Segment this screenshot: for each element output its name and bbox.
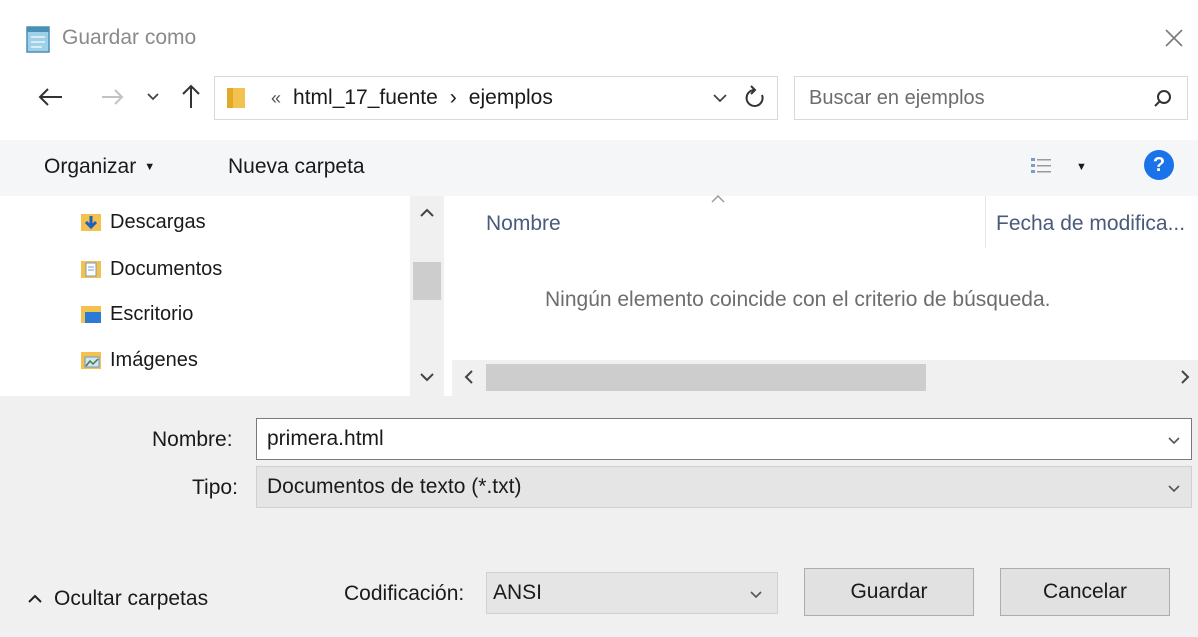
search-box[interactable]: Buscar en ejemplos bbox=[794, 76, 1188, 120]
new-folder-button[interactable]: Nueva carpeta bbox=[228, 150, 365, 184]
sidebar-item-descargas[interactable]: Descargas bbox=[80, 204, 206, 240]
sidebar-scroll-down-button[interactable] bbox=[414, 364, 440, 390]
chevron-down-icon bbox=[750, 591, 762, 599]
documents-folder-icon bbox=[81, 261, 101, 278]
command-bar bbox=[0, 140, 1198, 196]
path-overflow[interactable]: « bbox=[271, 88, 281, 109]
breadcrumb-separator: › bbox=[449, 86, 457, 109]
filename-value: primera.html bbox=[267, 427, 384, 450]
sidebar-item-label: Imágenes bbox=[110, 348, 198, 371]
sidebar-scroll-up-button[interactable] bbox=[414, 200, 440, 226]
chevron-down-icon bbox=[713, 94, 727, 103]
empty-message: Ningún elemento coincide con el criterio… bbox=[545, 288, 1051, 311]
hide-folders-label: Ocultar carpetas bbox=[54, 587, 209, 610]
hide-folders-button[interactable]: Ocultar carpetas bbox=[26, 582, 208, 616]
folder-icon bbox=[225, 85, 247, 111]
filename-input[interactable]: primera.html bbox=[256, 418, 1192, 460]
filename-dropdown-button[interactable] bbox=[1163, 429, 1185, 451]
horizontal-scroll-thumb[interactable] bbox=[486, 364, 926, 391]
forward-button[interactable] bbox=[96, 80, 130, 114]
sidebar-item-label: Documentos bbox=[110, 257, 223, 280]
chevron-up-icon bbox=[420, 208, 434, 217]
encoding-label: Codificación: bbox=[344, 582, 465, 605]
file-type-select[interactable]: Documentos de texto (*.txt) bbox=[256, 466, 1192, 508]
view-options-button[interactable]: ▼ bbox=[1030, 150, 1087, 184]
sidebar-item-imagenes[interactable]: Imágenes bbox=[80, 342, 198, 378]
desktop-folder-icon bbox=[81, 306, 101, 323]
search-icon bbox=[1154, 90, 1171, 107]
refresh-icon bbox=[745, 85, 764, 107]
organize-label: Organizar bbox=[44, 155, 137, 178]
encoding-dropdown-button[interactable] bbox=[745, 583, 767, 605]
address-dropdown-button[interactable] bbox=[707, 85, 733, 111]
column-header-fecha[interactable]: Fecha de modifica... bbox=[996, 212, 1198, 236]
caret-down-icon: ▼ bbox=[144, 161, 156, 173]
back-button[interactable] bbox=[34, 80, 68, 114]
sidebar-item-label: Escritorio bbox=[110, 302, 194, 325]
breadcrumb-ejemplos[interactable]: ejemplos bbox=[469, 86, 553, 110]
arrow-up-icon bbox=[182, 84, 200, 108]
chevron-right-icon bbox=[1181, 370, 1190, 384]
encoding-value: ANSI bbox=[493, 581, 543, 604]
search-input[interactable]: Buscar en ejemplos bbox=[809, 87, 985, 110]
column-divider[interactable] bbox=[985, 196, 986, 248]
navigation-pane bbox=[0, 196, 446, 396]
notepad-icon bbox=[24, 24, 52, 54]
help-icon: ? bbox=[1152, 153, 1166, 176]
save-button[interactable]: Guardar bbox=[804, 568, 974, 616]
help-button[interactable]: ? bbox=[1144, 150, 1174, 180]
sidebar-item-escritorio[interactable]: Escritorio bbox=[80, 296, 193, 332]
address-bar[interactable]: « html_17_fuente › ejemplos bbox=[214, 76, 778, 120]
downloads-folder-icon bbox=[81, 214, 101, 231]
encoding-select[interactable]: ANSI bbox=[486, 572, 778, 614]
cancel-button[interactable]: Cancelar bbox=[1000, 568, 1170, 616]
caret-down-icon: ▼ bbox=[1076, 161, 1087, 173]
chevron-left-icon bbox=[464, 370, 473, 384]
chevron-down-icon bbox=[147, 93, 159, 101]
chevron-down-icon bbox=[1168, 485, 1180, 493]
sidebar-item-label: Descargas bbox=[110, 210, 206, 233]
type-label: Tipo: bbox=[192, 476, 238, 499]
close-icon bbox=[1165, 29, 1183, 47]
new-folder-label: Nueva carpeta bbox=[228, 155, 365, 178]
chevron-down-icon bbox=[1168, 437, 1180, 445]
refresh-button[interactable] bbox=[741, 83, 771, 113]
scroll-right-button[interactable] bbox=[1172, 364, 1198, 390]
details-view-icon bbox=[1031, 158, 1051, 173]
scroll-left-button[interactable] bbox=[456, 364, 482, 390]
pictures-folder-icon bbox=[81, 352, 101, 369]
column-header-nombre[interactable]: Nombre bbox=[486, 212, 561, 236]
window-title: Guardar como bbox=[62, 26, 197, 49]
file-type-value: Documentos de texto (*.txt) bbox=[267, 475, 522, 498]
up-button[interactable] bbox=[174, 80, 208, 114]
chevron-down-icon bbox=[420, 373, 434, 382]
recent-locations-button[interactable] bbox=[138, 80, 172, 114]
sidebar-item-documentos[interactable]: Documentos bbox=[80, 251, 222, 287]
close-button[interactable] bbox=[1158, 22, 1190, 54]
arrow-left-icon bbox=[38, 88, 62, 106]
search-button[interactable] bbox=[1149, 85, 1177, 113]
breadcrumb-html17[interactable]: html_17_fuente bbox=[293, 86, 438, 110]
sidebar-scroll-thumb[interactable] bbox=[413, 262, 441, 300]
sort-ascending-icon bbox=[708, 192, 728, 208]
file-type-dropdown-button[interactable] bbox=[1163, 477, 1185, 499]
arrow-right-icon bbox=[102, 89, 124, 105]
chevron-up-icon bbox=[28, 594, 42, 603]
filename-label: Nombre: bbox=[152, 428, 233, 451]
organize-menu-button[interactable]: Organizar ▼ bbox=[44, 150, 155, 184]
